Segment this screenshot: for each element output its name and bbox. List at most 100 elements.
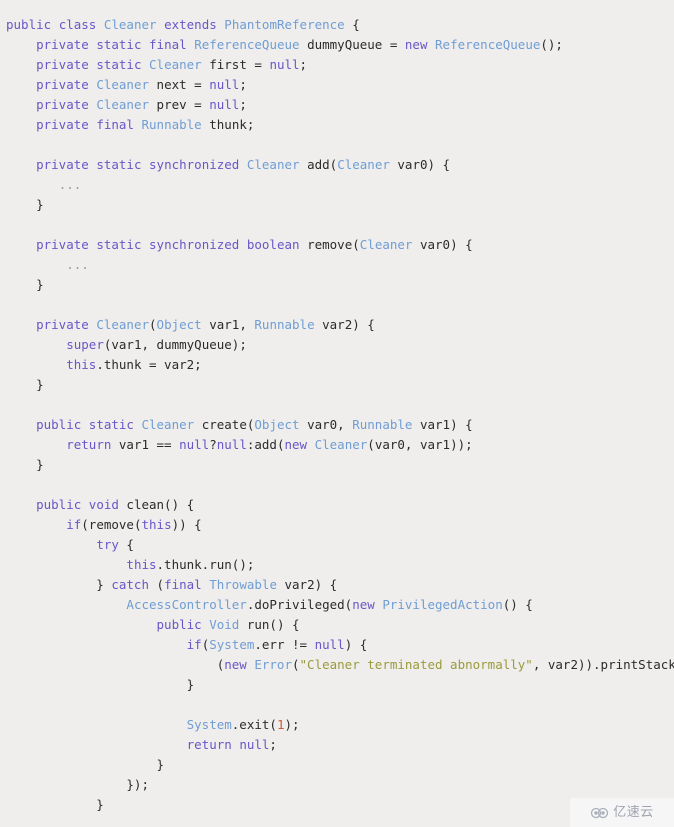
code-token: final bbox=[96, 116, 134, 132]
code-token: new bbox=[352, 596, 375, 612]
code-token: static bbox=[96, 56, 142, 72]
code-token: Cleaner bbox=[314, 436, 368, 452]
code-token: PhantomReference bbox=[224, 16, 345, 32]
code-line: try { bbox=[0, 535, 674, 555]
code-token: catch bbox=[111, 576, 149, 592]
code-token: .err != bbox=[254, 636, 315, 652]
code-token: private bbox=[36, 156, 89, 172]
code-token: private bbox=[36, 96, 89, 112]
code-token: () { bbox=[502, 596, 533, 612]
code-token: } bbox=[6, 576, 112, 592]
code-line: this.thunk.run(); bbox=[0, 555, 674, 575]
code-token: new bbox=[404, 36, 428, 52]
code-line: System.exit(1); bbox=[0, 715, 674, 735]
code-token: new bbox=[284, 436, 308, 452]
code-token: null bbox=[209, 96, 240, 112]
code-token: first = bbox=[201, 56, 270, 72]
code-token: public bbox=[6, 16, 52, 32]
code-token: ); bbox=[284, 716, 300, 732]
code-token: static bbox=[88, 416, 134, 432]
code-viewer[interactable]: public class Cleaner extends PhantomRefe… bbox=[0, 0, 674, 827]
code-token: ) { bbox=[344, 636, 368, 652]
cloud-logo-icon bbox=[591, 807, 609, 818]
code-token: Error bbox=[254, 656, 292, 672]
code-token: System bbox=[186, 716, 232, 732]
code-token: Runnable bbox=[141, 116, 202, 132]
code-token: (); bbox=[540, 36, 563, 52]
code-token: ? bbox=[209, 436, 217, 452]
code-token: Cleaner bbox=[337, 156, 390, 172]
code-line: AccessController.doPrivileged(new Privil… bbox=[0, 595, 674, 615]
code-token: Cleaner bbox=[96, 316, 150, 332]
code-token: var0) { bbox=[389, 156, 451, 172]
watermark: 亿速云 bbox=[570, 798, 674, 827]
code-token: static bbox=[96, 156, 142, 172]
code-token: boolean bbox=[246, 236, 300, 252]
code-token: } bbox=[6, 676, 195, 692]
code-token: static bbox=[96, 36, 142, 52]
code-line: } bbox=[0, 675, 674, 695]
code-token: Runnable bbox=[254, 316, 315, 332]
code-token: .thunk.run(); bbox=[156, 556, 255, 572]
code-token: this bbox=[141, 516, 172, 532]
code-token: if bbox=[66, 516, 82, 532]
code-token: static bbox=[96, 236, 142, 252]
code-token: } bbox=[6, 276, 44, 292]
code-token: ( bbox=[149, 576, 165, 592]
code-token: ReferenceQueue bbox=[194, 36, 300, 52]
code-line: return var1 == null?null:add(new Cleaner… bbox=[0, 435, 674, 455]
code-token: prev = bbox=[149, 96, 210, 112]
code-line: } catch (final Throwable var2) { bbox=[0, 575, 674, 595]
code-token: dummyQueue = bbox=[299, 36, 405, 52]
code-token: remove( bbox=[299, 236, 360, 252]
code-line: }); bbox=[0, 775, 674, 795]
code-token: { bbox=[344, 16, 360, 32]
code-token: .exit( bbox=[231, 716, 277, 732]
code-token: { bbox=[118, 536, 134, 552]
code-line: public static Cleaner create(Object var0… bbox=[0, 415, 674, 435]
code-token: synchronized bbox=[149, 236, 240, 252]
code-token: ; bbox=[299, 56, 308, 72]
code-line: super(var1, dummyQueue); bbox=[0, 335, 674, 355]
code-token: null bbox=[216, 436, 247, 452]
code-token: null bbox=[209, 76, 240, 92]
code-token: System bbox=[209, 636, 255, 652]
code-block[interactable]: public class Cleaner extends PhantomRefe… bbox=[0, 15, 674, 827]
code-line: (new Error("Cleaner terminated abnormall… bbox=[0, 655, 674, 675]
code-token: ; bbox=[269, 736, 277, 752]
code-token: extends bbox=[164, 16, 217, 32]
code-token: private bbox=[36, 116, 89, 132]
code-line: } bbox=[0, 275, 674, 295]
code-token: private bbox=[36, 36, 89, 52]
code-token: Cleaner bbox=[149, 56, 202, 72]
code-token: :add( bbox=[246, 436, 285, 452]
watermark-text: 亿速云 bbox=[613, 805, 654, 820]
code-token: null bbox=[269, 56, 300, 72]
code-token: } bbox=[6, 756, 165, 772]
code-token: Runnable bbox=[352, 416, 413, 432]
code-token: create( bbox=[194, 416, 255, 432]
code-token: class bbox=[58, 16, 97, 32]
code-token: .thunk = var2; bbox=[96, 356, 202, 372]
code-token: , var2)).printStackTrace(); bbox=[532, 656, 674, 672]
